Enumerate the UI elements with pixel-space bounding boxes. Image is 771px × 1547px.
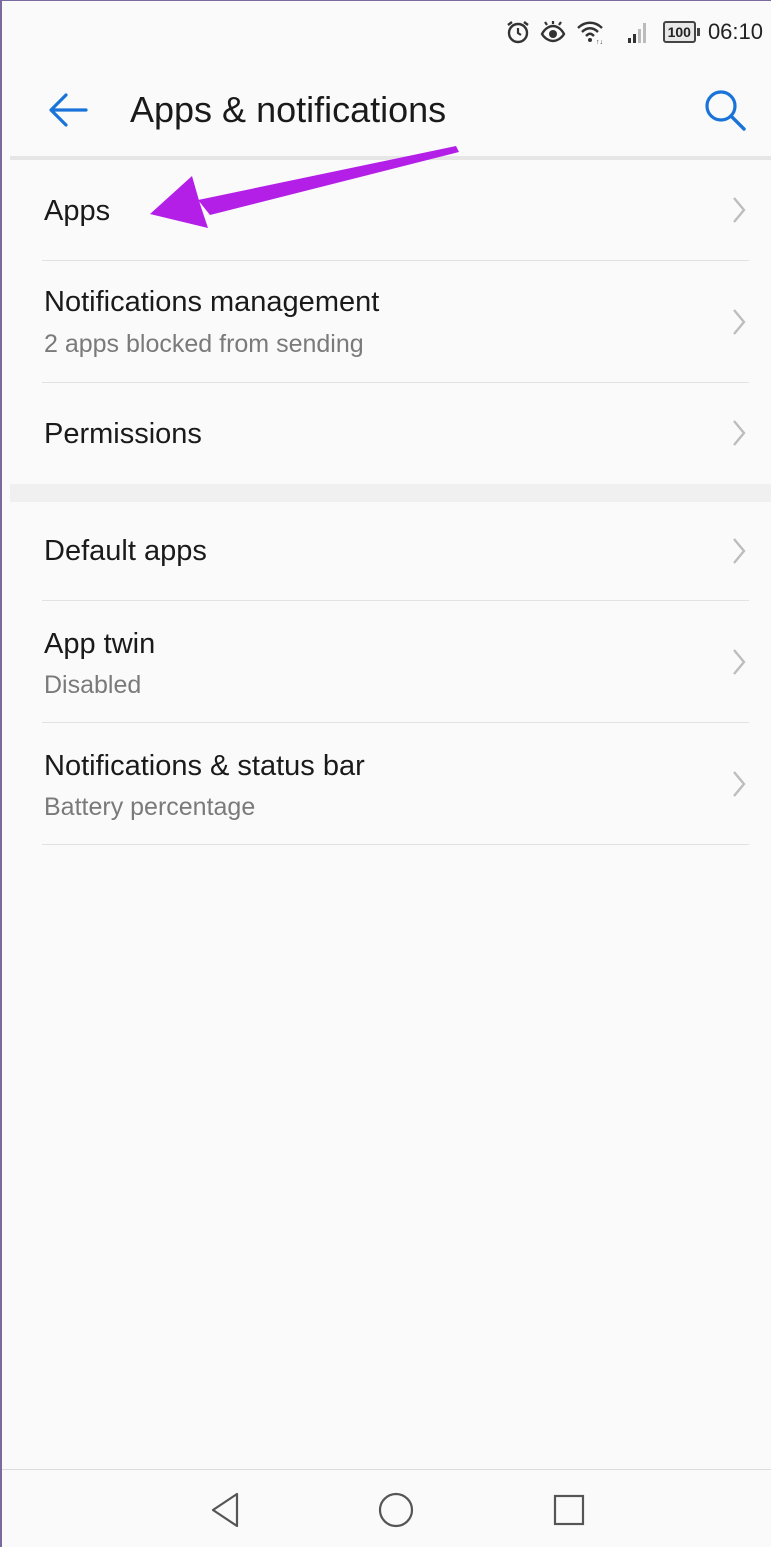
wifi-icon: ↑↓ (575, 19, 605, 45)
search-icon (705, 90, 746, 131)
nav-home-icon (378, 1492, 414, 1528)
item-subtitle: 2 apps blocked from sending (44, 330, 364, 358)
nav-recents-button[interactable] (547, 1488, 591, 1532)
battery-indicator: 100 (662, 21, 700, 43)
back-button[interactable] (44, 86, 92, 134)
chevron-right-icon (733, 538, 746, 564)
list-item-notifications-status-bar[interactable]: Notifications & status bar Battery perce… (0, 723, 771, 844)
item-subtitle: Battery percentage (44, 793, 256, 821)
chevron-right-icon (733, 309, 746, 335)
chevron-right-icon (733, 420, 746, 446)
item-title: Notifications management (44, 286, 380, 318)
nav-recents-icon (553, 1494, 585, 1526)
list-item-notifications-management[interactable]: Notifications management 2 apps blocked … (0, 261, 771, 382)
battery-level: 100 (662, 21, 696, 43)
list-item-permissions[interactable]: Permissions (0, 383, 771, 484)
chevron-right-icon (733, 771, 746, 797)
item-title: Default apps (44, 535, 207, 567)
page-title: Apps & notifications (130, 89, 447, 130)
item-title: Notifications & status bar (44, 750, 365, 782)
arrow-left-icon (49, 93, 88, 127)
item-subtitle: Disabled (44, 671, 142, 699)
signal-icon (627, 20, 649, 44)
status-bar: ↑↓ 100 06:10 (0, 0, 771, 64)
item-title: App twin (44, 628, 156, 660)
item-title: Permissions (44, 418, 202, 450)
divider (42, 844, 749, 845)
alarm-icon (505, 19, 531, 45)
item-title: Apps (44, 195, 111, 227)
chevron-right-icon (733, 649, 746, 675)
svg-text:↑↓: ↑↓ (596, 39, 603, 45)
battery-tip (696, 28, 700, 36)
navigation-bar (0, 1469, 771, 1547)
list-item-app-twin[interactable]: App twin Disabled (0, 601, 771, 722)
list-item-apps[interactable]: Apps (0, 160, 771, 260)
nav-home-button[interactable] (374, 1488, 418, 1532)
nav-back-button[interactable] (205, 1488, 249, 1532)
list-item-default-apps[interactable]: Default apps (0, 502, 771, 600)
app-bar: Apps & notifications (0, 64, 771, 156)
chevron-right-icon (733, 197, 746, 223)
eye-comfort-icon (539, 19, 567, 45)
section-divider (10, 484, 771, 502)
status-time: 06:10 (707, 19, 763, 44)
nav-back-icon (211, 1492, 239, 1528)
search-button[interactable] (701, 86, 749, 134)
